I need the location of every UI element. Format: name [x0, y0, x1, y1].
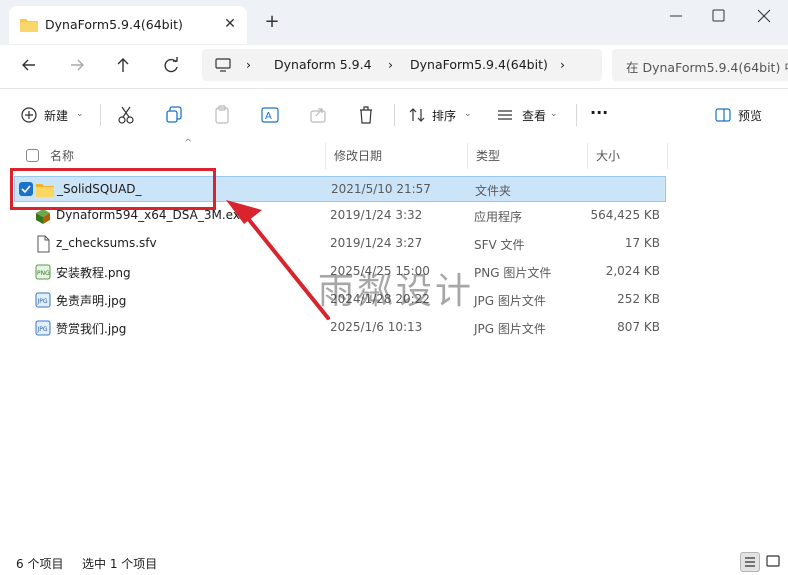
- divider: [100, 104, 101, 126]
- breadcrumb-item[interactable]: Dynaform 5.9.4: [274, 57, 372, 72]
- forward-arrow-icon[interactable]: [64, 53, 90, 77]
- details-view-icon[interactable]: [740, 552, 760, 572]
- file-type: JPG 图片文件: [474, 294, 546, 308]
- chevron-down-icon: ⌄: [550, 109, 558, 119]
- png-image-icon: PNG: [34, 263, 52, 281]
- column-header-name[interactable]: 名称: [42, 143, 326, 169]
- maximize-button[interactable]: [698, 4, 738, 28]
- annotation-highlight-box: [10, 168, 216, 210]
- column-header-size[interactable]: 大小: [588, 143, 668, 169]
- command-bar: 新建 ⌄ A 排序 ⌄ 查看 ⌄ ··· 预览: [0, 92, 788, 138]
- more-options-icon[interactable]: ···: [590, 104, 612, 126]
- jpg-image-icon: JPG: [34, 319, 52, 337]
- file-size: 2,024 KB: [605, 264, 660, 278]
- file-size: 17 KB: [624, 236, 660, 250]
- share-icon[interactable]: [308, 104, 330, 126]
- window-tab[interactable]: DynaForm5.9.4(64bit) ✕: [9, 6, 247, 44]
- file-type: JPG 图片文件: [474, 322, 546, 336]
- divider: [576, 104, 577, 126]
- paste-icon[interactable]: [212, 104, 234, 126]
- table-row[interactable]: JPG 赞赏我们.jpg 2025/1/6 10:13 JPG 图片文件 807…: [14, 315, 666, 341]
- svg-text:A: A: [265, 111, 272, 122]
- title-bar: DynaForm5.9.4(64bit) ✕ +: [0, 0, 788, 45]
- breadcrumb-separator-icon: ›: [388, 57, 393, 72]
- cut-icon[interactable]: [116, 104, 138, 126]
- chevron-down-icon: ⌄: [76, 109, 84, 119]
- file-name: 赞赏我们.jpg: [56, 322, 127, 336]
- breadcrumb-item[interactable]: DynaForm5.9.4(64bit): [410, 57, 548, 72]
- navigation-bar: › Dynaform 5.9.4 › DynaForm5.9.4(64bit) …: [0, 45, 788, 85]
- jpg-image-icon: JPG: [34, 291, 52, 309]
- file-modified: 2019/1/24 3:27: [330, 236, 423, 250]
- chevron-down-icon: ⌄: [464, 109, 472, 119]
- delete-icon[interactable]: [356, 104, 378, 126]
- view-button[interactable]: 查看 ⌄: [496, 104, 568, 126]
- new-button[interactable]: 新建 ⌄: [20, 104, 100, 126]
- copy-icon[interactable]: [164, 104, 186, 126]
- breadcrumb-separator-icon: ›: [560, 57, 565, 72]
- svg-text:JPG: JPG: [37, 298, 48, 305]
- svg-text:PNG: PNG: [37, 270, 50, 277]
- view-label: 查看: [522, 109, 547, 123]
- breadcrumb-separator-icon: ›: [246, 57, 251, 72]
- column-header-type[interactable]: 类型: [468, 143, 588, 169]
- file-name: z_checksums.sfv: [56, 236, 157, 250]
- new-label: 新建: [44, 109, 69, 123]
- rename-icon[interactable]: A: [260, 104, 282, 126]
- file-name: 安装教程.png: [56, 266, 131, 280]
- tiles-view-icon[interactable]: [764, 552, 784, 572]
- file-size: 252 KB: [617, 292, 660, 306]
- watermark: 雨粼设计: [318, 271, 475, 312]
- select-all-checkbox[interactable]: [26, 149, 39, 162]
- selected-count: 选中 1 个项目: [82, 557, 158, 571]
- svg-text:JPG: JPG: [37, 326, 48, 333]
- item-count: 6 个项目: [16, 557, 64, 571]
- minimize-button[interactable]: [656, 4, 696, 28]
- new-tab-button[interactable]: +: [262, 12, 282, 32]
- file-type: SFV 文件: [474, 238, 525, 252]
- preview-label: 预览: [738, 109, 763, 123]
- file-name: Dynaform594_x64_DSA_3M.exe: [56, 208, 247, 222]
- tab-title: DynaForm5.9.4(64bit): [45, 17, 183, 32]
- column-header-row: ^ 名称 修改日期 类型 大小: [14, 138, 668, 169]
- sort-label: 排序: [432, 109, 457, 123]
- refresh-icon[interactable]: [158, 53, 184, 77]
- file-type: 文件夹: [475, 184, 512, 198]
- file-name: 免责声明.jpg: [56, 294, 127, 308]
- tab-close-icon[interactable]: ✕: [221, 15, 239, 33]
- table-row[interactable]: z_checksums.sfv 2019/1/24 3:27 SFV 文件 17…: [14, 231, 666, 257]
- file-modified: 2021/5/10 21:57: [331, 182, 431, 196]
- sort-button[interactable]: 排序 ⌄: [408, 104, 480, 126]
- file-type: PNG 图片文件: [474, 266, 552, 280]
- file-size: 807 KB: [617, 320, 660, 334]
- status-bar: 6 个项目 选中 1 个项目: [0, 550, 788, 575]
- file-type: 应用程序: [474, 210, 523, 224]
- file-modified: 2025/1/6 10:13: [330, 320, 423, 334]
- search-input[interactable]: 在 DynaForm5.9.4(64bit) 中搜索: [612, 49, 788, 81]
- search-placeholder: 在 DynaForm5.9.4(64bit) 中搜索: [626, 60, 788, 75]
- file-modified: 2019/1/24 3:32: [330, 208, 423, 222]
- computer-icon: [214, 57, 232, 76]
- address-bar[interactable]: › Dynaform 5.9.4 › DynaForm5.9.4(64bit) …: [202, 49, 602, 81]
- up-arrow-icon[interactable]: [110, 53, 136, 77]
- preview-button[interactable]: 预览: [714, 104, 774, 126]
- document-icon: [34, 235, 52, 253]
- folder-icon: [19, 17, 39, 36]
- column-header-modified[interactable]: 修改日期: [326, 143, 468, 169]
- file-size: 564,425 KB: [590, 208, 660, 222]
- close-window-button[interactable]: [744, 4, 784, 28]
- divider: [0, 88, 788, 89]
- back-arrow-icon[interactable]: [16, 53, 42, 77]
- divider: [394, 104, 395, 126]
